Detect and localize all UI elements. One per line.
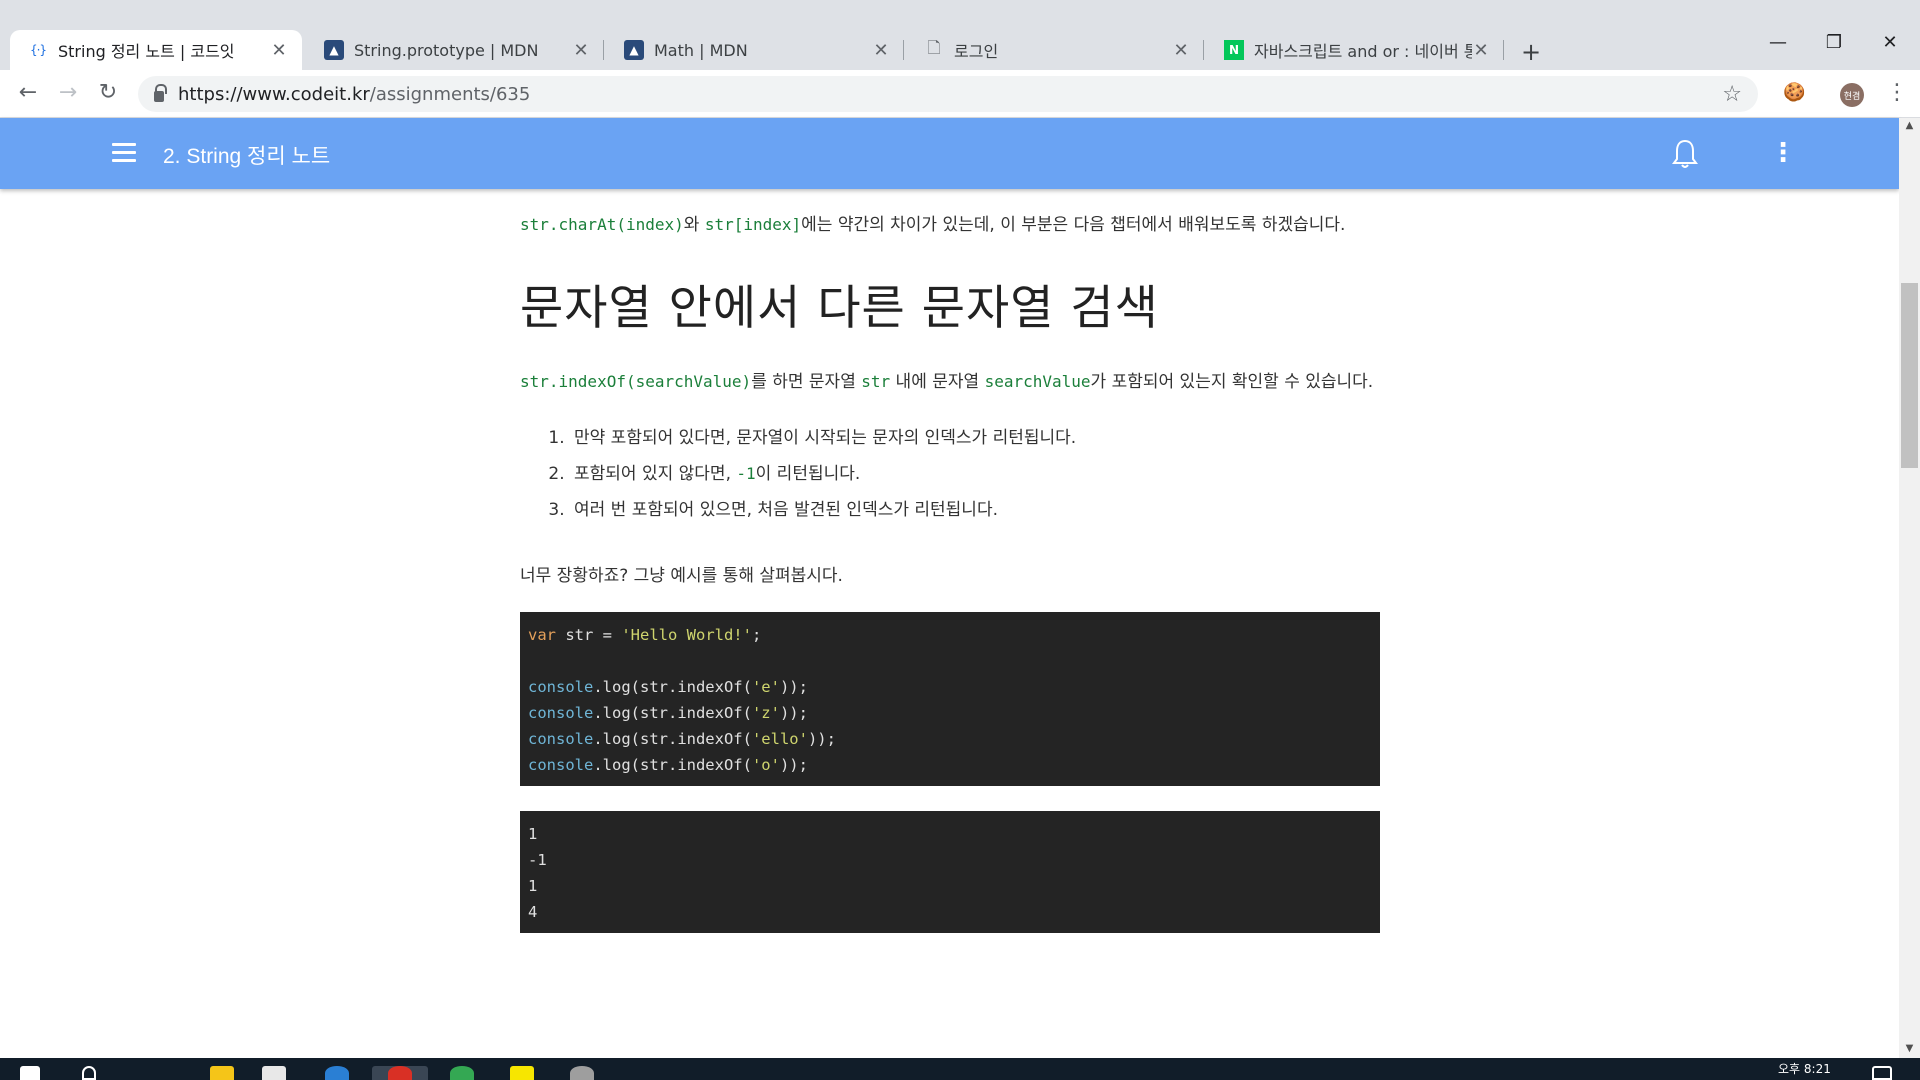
minimize-icon[interactable]: —: [1750, 32, 1806, 53]
tab-math[interactable]: ▲ Math | MDN ✕: [606, 30, 904, 70]
list-item: 여러 번 포함되어 있으면, 처음 발견된 인덱스가 리턴됩니다.: [570, 492, 1380, 528]
windows-taskbar: 오후 8:21: [0, 1058, 1920, 1080]
tab-login[interactable]: 🗋 로그인 ✕: [906, 30, 1204, 70]
tab-title: String.prototype | MDN: [354, 40, 539, 60]
close-icon[interactable]: ✕: [270, 40, 288, 61]
list-item: 포함되어 있지 않다면, -1이 리턴됩니다.: [570, 456, 1380, 492]
cookie-extension-icon[interactable]: 🍪: [1783, 82, 1805, 103]
code-line: console.log(str.indexOf('e'));: [528, 678, 808, 696]
section-heading: 문자열 안에서 다른 문자열 검색: [520, 281, 1159, 336]
notification-bell-icon[interactable]: [1672, 138, 1698, 170]
tab-title: String 정리 노트 | 코드잇: [58, 42, 235, 61]
reload-icon[interactable]: ↻: [94, 80, 122, 105]
codeit-braces-icon: {·}: [29, 43, 47, 57]
close-icon[interactable]: ✕: [1472, 40, 1490, 61]
scroll-down-arrow-icon[interactable]: ▼: [1899, 1043, 1920, 1054]
notification-center-icon[interactable]: [1872, 1066, 1892, 1080]
restore-icon[interactable]: ❐: [1806, 32, 1862, 53]
back-arrow-icon[interactable]: ←: [14, 80, 42, 105]
browser-toolbar: ← → ↻ https://www.codeit.kr/assignments/…: [0, 70, 1920, 118]
line-messenger-icon[interactable]: [450, 1066, 474, 1080]
output-line: -1: [528, 851, 547, 869]
mdn-dino-icon: ▲: [624, 40, 644, 60]
naver-n-icon: N: [1224, 40, 1244, 60]
tab-title: 자바스크립트 and or : 네이버 통: [1254, 42, 1472, 61]
app-header: 2. String 정리 노트 ⋮: [0, 118, 1899, 189]
edge-browser-icon[interactable]: [325, 1066, 349, 1080]
lesson-content: str.charAt(index)와 str[index]에는 약간의 차이가 …: [520, 189, 1380, 933]
scrollbar-thumb[interactable]: [1901, 283, 1918, 468]
hamburger-menu-icon[interactable]: [112, 143, 136, 163]
page-icon: 🗋: [927, 37, 941, 57]
more-options-icon[interactable]: ⋮: [1770, 138, 1796, 168]
code-line: console.log(str.indexOf('z'));: [528, 704, 808, 722]
file-explorer-icon[interactable]: [210, 1066, 234, 1080]
address-bar[interactable]: https://www.codeit.kr/assignments/635 ☆: [138, 76, 1758, 112]
windows-start-icon[interactable]: [20, 1066, 40, 1080]
browser-menu-icon[interactable]: ⋮: [1886, 80, 1908, 105]
intro-paragraph: str.charAt(index)와 str[index]에는 약간의 차이가 …: [520, 215, 1346, 235]
output-block: 1 -1 1 4: [520, 811, 1380, 933]
tab-title: 로그인: [954, 42, 999, 61]
scroll-up-arrow-icon[interactable]: ▲: [1899, 120, 1920, 131]
code-block: var str = 'Hello World!'; console.log(str…: [520, 612, 1380, 786]
tab-string-prototype[interactable]: ▲ String.prototype | MDN ✕: [306, 30, 604, 70]
mdn-dino-icon: ▲: [324, 40, 344, 60]
page-title: 2. String 정리 노트: [163, 145, 331, 168]
example-intro: 너무 장황하죠? 그냥 예시를 통해 살펴봅시다.: [520, 566, 843, 586]
app-icon[interactable]: [570, 1066, 594, 1080]
close-icon[interactable]: ✕: [572, 40, 590, 61]
list-item: 만약 포함되어 있다면, 문자열이 시작되는 문자의 인덱스가 리턴됩니다.: [570, 420, 1380, 456]
window-close-icon[interactable]: ✕: [1862, 32, 1918, 53]
indexof-paragraph: str.indexOf(searchValue)를 하면 문자열 str 내에 …: [520, 372, 1374, 392]
store-icon[interactable]: [262, 1066, 286, 1080]
url-text: https://www.codeit.kr/assignments/635: [178, 83, 531, 105]
tab-strip: {·} String 정리 노트 | 코드잇 ✕ ▲ String.protot…: [0, 30, 1920, 70]
search-icon[interactable]: [82, 1066, 96, 1080]
bookmark-star-icon[interactable]: ☆: [1722, 82, 1742, 107]
window-top-strip: [0, 0, 1920, 30]
output-line: 1: [528, 877, 538, 895]
output-line: 4: [528, 903, 538, 921]
tab-title: Math | MDN: [654, 40, 748, 60]
clock-text[interactable]: 오후 8:21: [1778, 1060, 1831, 1078]
forward-arrow-icon[interactable]: →: [54, 80, 82, 105]
page-scrollbar[interactable]: ▲ ▼: [1899, 118, 1920, 1058]
tab-naver[interactable]: N 자바스크립트 and or : 네이버 통 ✕: [1206, 30, 1504, 70]
tab-codeit[interactable]: {·} String 정리 노트 | 코드잇 ✕: [10, 30, 302, 70]
profile-avatar[interactable]: 현겸: [1840, 83, 1864, 107]
code-line: console.log(str.indexOf('o'));: [528, 756, 808, 774]
code-line: console.log(str.indexOf('ello'));: [528, 730, 836, 748]
lock-icon: [154, 83, 167, 102]
kakaotalk-icon[interactable]: [510, 1066, 534, 1080]
output-line: 1: [528, 825, 538, 843]
code-line: var str = 'Hello World!';: [528, 626, 762, 644]
chrome-icon[interactable]: [388, 1066, 412, 1080]
close-icon[interactable]: ✕: [1172, 40, 1190, 61]
close-icon[interactable]: ✕: [872, 40, 890, 61]
rules-list: 만약 포함되어 있다면, 문자열이 시작되는 문자의 인덱스가 리턴됩니다. 포…: [520, 420, 1380, 528]
new-tab-plus-icon[interactable]: +: [1521, 38, 1541, 66]
